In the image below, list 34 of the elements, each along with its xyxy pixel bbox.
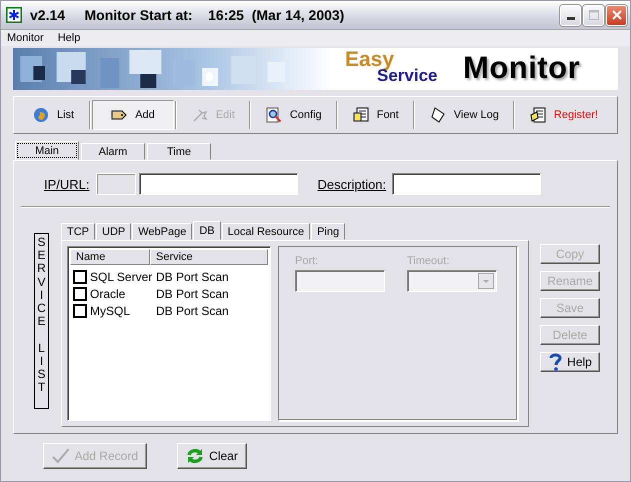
service-list-label: SERVICE LIST	[34, 233, 49, 409]
logo-word: Monitor	[463, 50, 580, 86]
table-cell-text: SQL Server	[90, 270, 154, 284]
tab[interactable]: Main	[15, 141, 79, 160]
table-cell-text: Oracle	[90, 286, 126, 300]
timeout-label: Timeout:	[407, 255, 450, 267]
tab[interactable]: Time	[147, 143, 211, 160]
table-cell: DB Port Scan	[156, 270, 229, 284]
tab[interactable]: Ping	[311, 223, 346, 240]
action-button[interactable]: Help	[540, 352, 600, 372]
ip-url-label: IP/URL:	[44, 176, 90, 192]
table-cell: DB Port Scan	[156, 286, 229, 300]
tab[interactable]: Local Resource	[222, 223, 310, 240]
tab[interactable]: Alarm	[81, 143, 145, 160]
toolbar-button[interactable]: Add	[92, 100, 174, 130]
logo-word: Easy	[345, 48, 394, 71]
toolbar-button[interactable]: Config	[252, 100, 335, 130]
table-cell-text: MySQL	[90, 304, 132, 318]
toolbar-button[interactable]: Font	[340, 100, 412, 130]
column-header[interactable]: Name	[70, 249, 150, 265]
tab[interactable]: DB	[193, 221, 221, 240]
toolbar-button[interactable]: List	[20, 100, 88, 130]
tab[interactable]: WebPage	[132, 223, 192, 240]
description-label: Description:	[318, 176, 386, 192]
tab[interactable]: UDP	[96, 223, 132, 240]
window-title: v2.14 Monitor Start at: 16:25 (Mar 14, 2003)	[30, 7, 346, 23]
menu-item[interactable]: Help	[58, 32, 80, 44]
action-button[interactable]: Clear	[177, 443, 247, 469]
port-label: Port:	[295, 255, 320, 267]
tab[interactable]: TCP	[61, 223, 95, 240]
menu-item[interactable]: Monitor	[7, 32, 44, 44]
table-cell: DB Port Scan	[156, 304, 229, 318]
column-header[interactable]: Service	[150, 249, 268, 265]
toolbar-button[interactable]: View Log	[416, 100, 512, 130]
